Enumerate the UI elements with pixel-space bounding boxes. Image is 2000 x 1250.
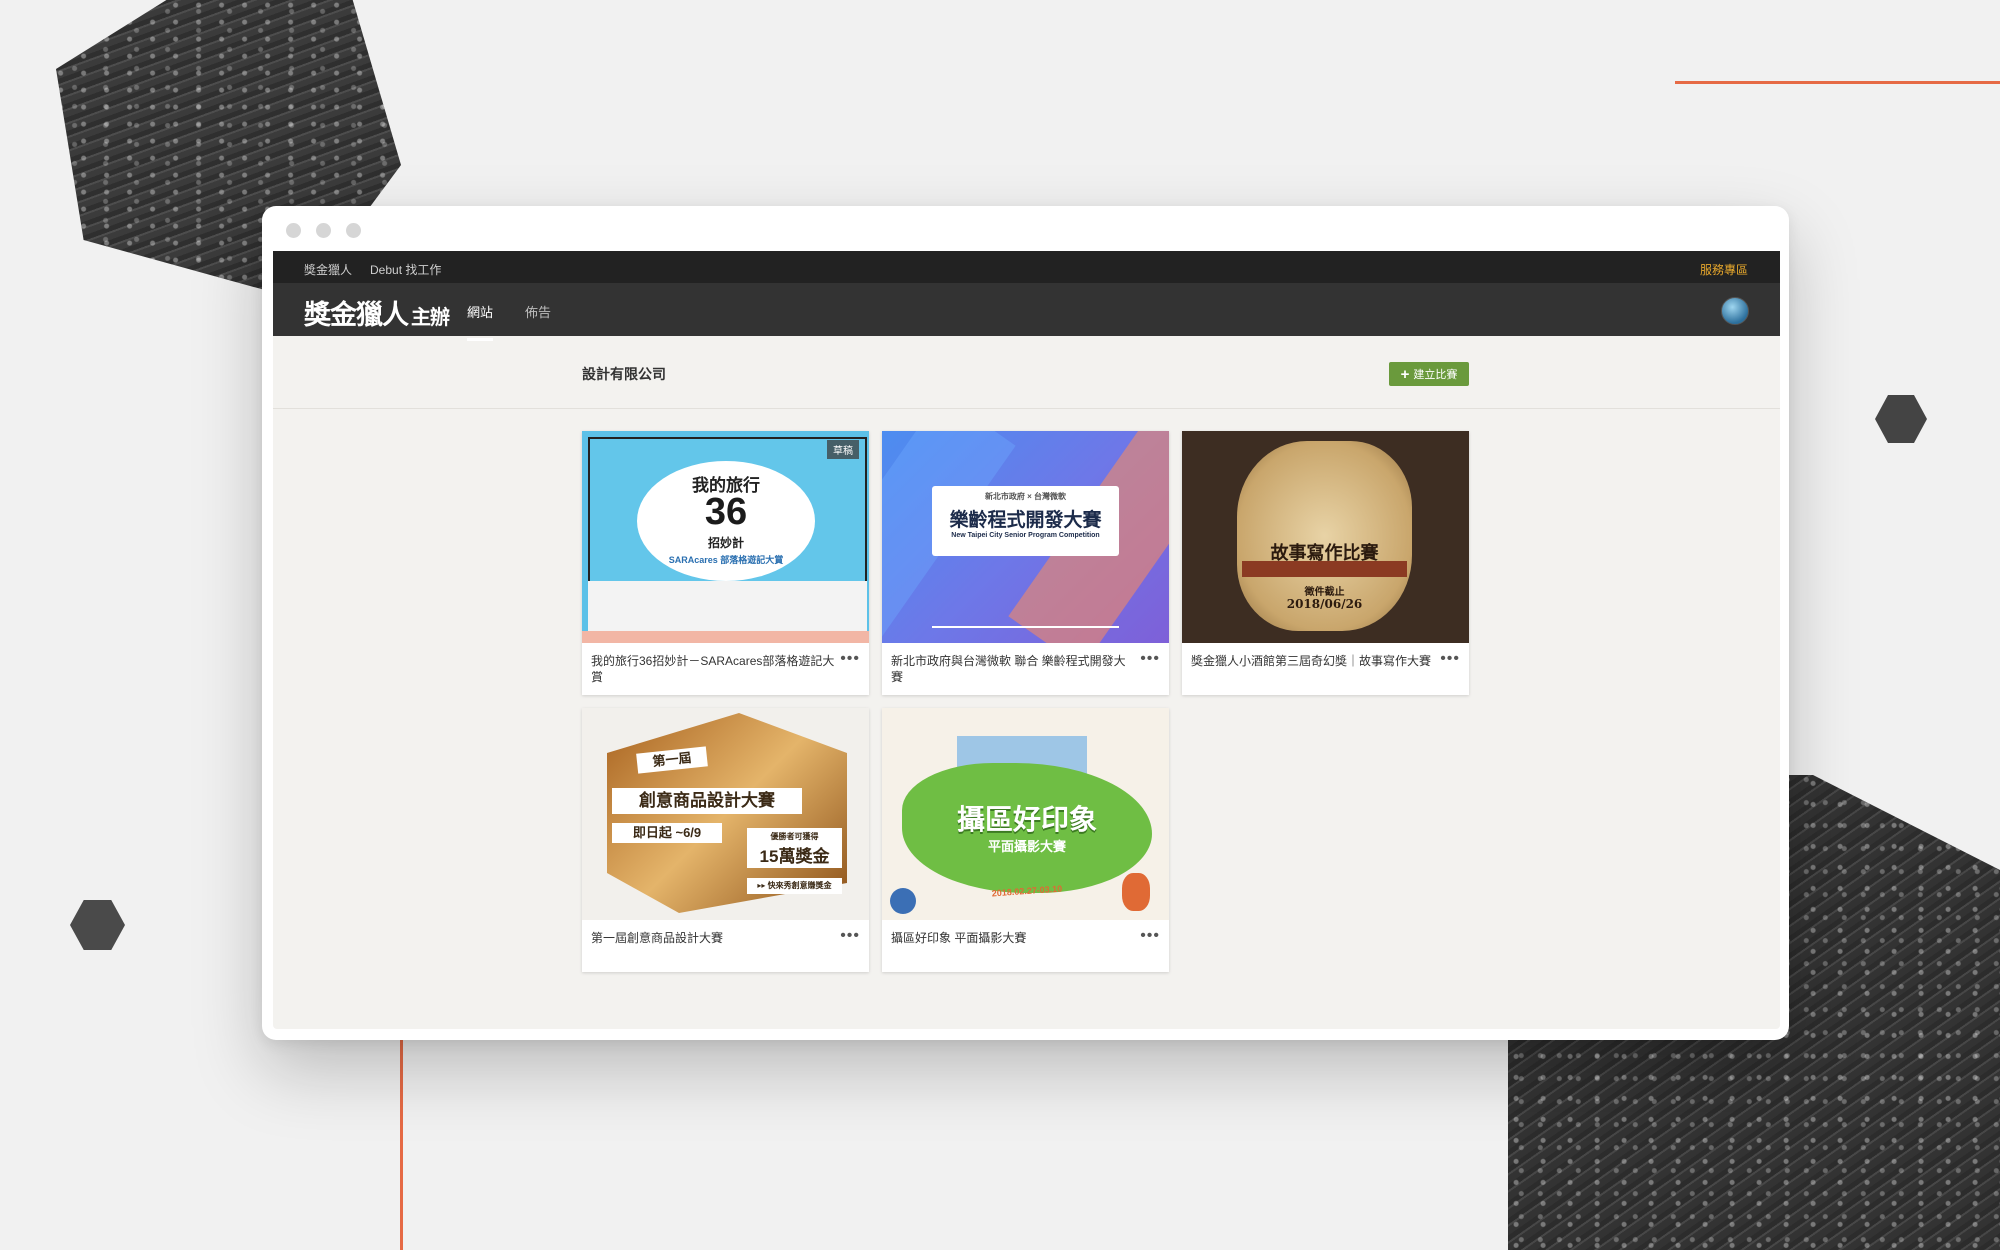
main-navbar: 獎金獵人 主辦 網站 佈告 <box>273 283 1780 341</box>
site-logo[interactable]: 獎金獵人 主辦 <box>304 293 450 332</box>
poster-line: 平面攝影大賽 <box>987 839 1066 854</box>
poster-landmarks <box>588 581 867 631</box>
app-viewport: 獎金獵人 Debut 找工作 服務專區 獎金獵人 主辦 網站 佈告 設計有限公司 … <box>273 251 1780 1029</box>
poster-base <box>582 631 869 643</box>
create-competition-label: 建立比賽 <box>1413 369 1458 381</box>
competition-thumbnail[interactable]: 故事寫作比賽 徵件截止 2018/06/26 <box>1182 431 1469 643</box>
poster-figure <box>1122 873 1150 911</box>
competition-title[interactable]: 我的旅行36招妙計－SARAcares部落格遊記大賞 <box>591 653 836 685</box>
page-header: 設計有限公司 + 建立比賽 <box>273 336 1780 409</box>
create-competition-button[interactable]: + 建立比賽 <box>1389 362 1469 386</box>
poster-line: 即日起 ~6/9 <box>612 823 722 843</box>
poster-line: 新北市政府 × 台灣微軟 <box>984 492 1067 501</box>
service-area-link[interactable]: 服務專區 <box>1700 261 1748 278</box>
poster-line: New Taipei City Senior Program Competiti… <box>951 532 1100 539</box>
tab-website[interactable]: 網站 <box>467 302 494 341</box>
competition-card[interactable]: 故事寫作比賽 徵件截止 2018/06/26 獎金獵人小酒館第三屆奇幻獎｜故事寫… <box>1182 431 1469 695</box>
decorative-small-hexagon <box>1875 395 1927 443</box>
competition-card[interactable]: 第一屆 創意商品設計大賽 即日起 ~6/9 優勝者可獲得 15萬獎金 ▸▸ 快來… <box>582 708 869 972</box>
competition-thumbnail[interactable]: 我的旅行 36 招妙計 SARAcares 部落格遊記大賞 草稿 <box>582 431 869 643</box>
window-minimize-dot[interactable] <box>316 223 331 238</box>
decorative-small-hexagon <box>70 900 125 950</box>
poster-line: 徵件截止 <box>1304 587 1345 598</box>
poster-line: SARAcares 部落格遊記大賞 <box>668 555 784 565</box>
logo-text: 獎金獵人 <box>304 300 409 331</box>
more-options-icon[interactable]: ••• <box>1140 927 1160 945</box>
topbar-link-bounty-hunter[interactable]: 獎金獵人 <box>304 261 352 278</box>
competition-thumbnail[interactable]: 第一屆 創意商品設計大賽 即日起 ~6/9 優勝者可獲得 15萬獎金 ▸▸ 快來… <box>582 708 869 920</box>
competition-card[interactable]: 我的旅行 36 招妙計 SARAcares 部落格遊記大賞 草稿 我的旅行36招… <box>582 431 869 695</box>
more-options-icon[interactable]: ••• <box>1440 650 1460 668</box>
browser-window: 獎金獵人 Debut 找工作 服務專區 獎金獵人 主辦 網站 佈告 設計有限公司 … <box>262 206 1789 1040</box>
logo-mark: 主辦 <box>411 305 450 329</box>
competition-title[interactable]: 獎金獵人小酒館第三屆奇幻獎｜故事寫作大賽 <box>1191 653 1436 669</box>
poster-prize-amount: 15萬獎金 <box>759 847 830 866</box>
draft-badge: 草稿 <box>827 440 859 459</box>
poster-title: 創意商品設計大賽 <box>612 788 802 814</box>
competition-title[interactable]: 新北市政府與台灣微軟 聯合 樂齡程式開發大賽 <box>891 653 1136 685</box>
more-options-icon[interactable]: ••• <box>840 927 860 945</box>
more-options-icon[interactable]: ••• <box>840 650 860 668</box>
poster-date: 2018/06/26 <box>1286 597 1363 611</box>
poster-line: 招妙計 <box>707 536 744 550</box>
competition-title[interactable]: 攝區好印象 平面攝影大賽 <box>891 930 1136 946</box>
competition-thumbnail[interactable]: 攝區好印象 平面攝影大賽 2018.02.27-03.10 <box>882 708 1169 920</box>
more-options-icon[interactable]: ••• <box>1140 650 1160 668</box>
poster-line: 優勝者可獲得 <box>770 832 819 841</box>
user-avatar[interactable] <box>1721 297 1749 325</box>
competition-card[interactable]: 攝區好印象 平面攝影大賽 2018.02.27-03.10 攝區好印象 平面攝影… <box>882 708 1169 972</box>
company-name: 設計有限公司 <box>582 366 666 382</box>
window-close-dot[interactable] <box>286 223 301 238</box>
decorative-line <box>1675 81 2000 84</box>
competition-card[interactable]: 新北市政府 × 台灣微軟 樂齡程式開發大賽 New Taipei City Se… <box>882 431 1169 695</box>
topbar-link-debut[interactable]: Debut 找工作 <box>370 261 441 278</box>
plus-icon: + <box>1400 365 1410 383</box>
poster-skyline <box>932 581 1119 628</box>
competition-title[interactable]: 第一屆創意商品設計大賽 <box>591 930 836 946</box>
poster-title: 樂齡程式開發大賽 <box>949 510 1102 531</box>
competition-thumbnail[interactable]: 新北市政府 × 台灣微軟 樂齡程式開發大賽 New Taipei City Se… <box>882 431 1169 643</box>
poster-line: ▸▸ 快來秀創意賺獎金 <box>747 878 842 894</box>
poster-prize: 優勝者可獲得 15萬獎金 <box>747 828 842 868</box>
poster-ribbon <box>1242 561 1407 577</box>
poster-number: 36 <box>704 491 748 533</box>
top-bar: 獎金獵人 Debut 找工作 服務專區 <box>273 251 1780 283</box>
tab-bulletin[interactable]: 佈告 <box>525 302 551 321</box>
poster-title: 攝區好印象 <box>956 804 1097 835</box>
poster-figure <box>890 888 916 914</box>
window-zoom-dot[interactable] <box>346 223 361 238</box>
